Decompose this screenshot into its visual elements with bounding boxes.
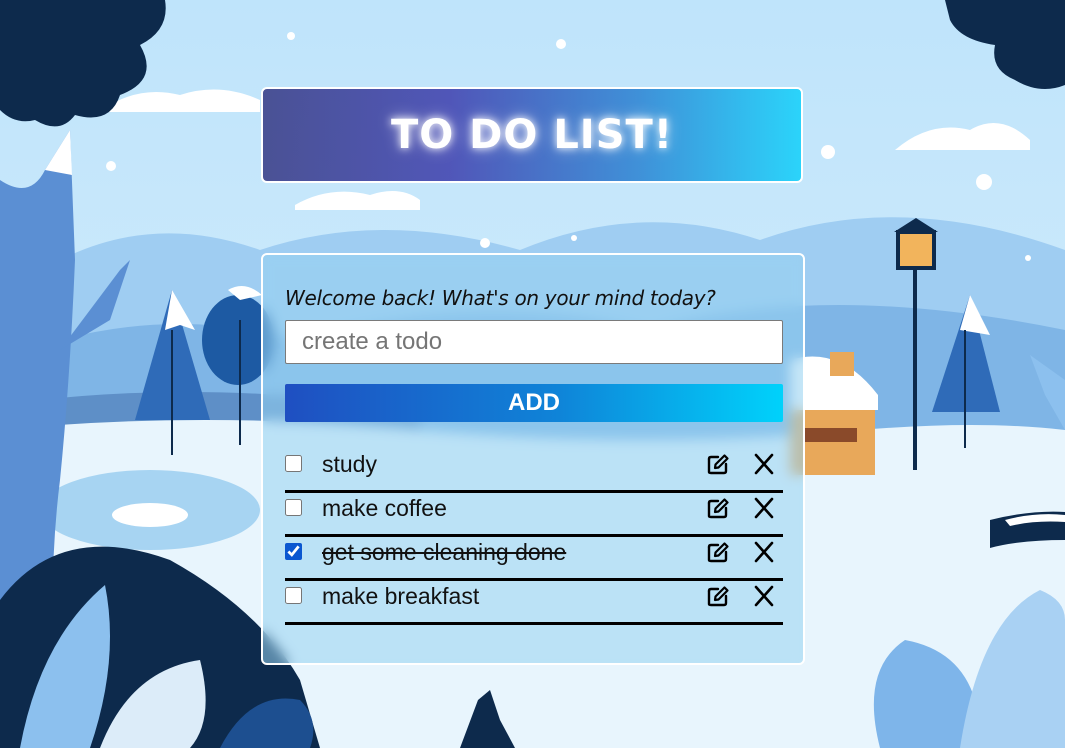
todo-checkbox[interactable]: [285, 499, 302, 516]
todo-checkbox[interactable]: [285, 543, 302, 560]
todo-item: get some cleaning done: [285, 537, 783, 581]
todo-text: make coffee: [322, 495, 447, 521]
page-title: TO DO LIST!: [390, 112, 674, 158]
edit-icon[interactable]: [705, 495, 731, 521]
todo-item: make coffee: [285, 493, 783, 537]
todo-text: get some cleaning done: [322, 539, 567, 565]
todo-card: Welcome back! What's on your mind today?…: [261, 253, 805, 665]
todo-text: make breakfast: [322, 583, 480, 609]
close-icon[interactable]: [751, 583, 777, 609]
close-icon[interactable]: [751, 539, 777, 565]
edit-icon[interactable]: [705, 539, 731, 565]
title-banner: TO DO LIST!: [261, 87, 803, 183]
todo-item: study: [285, 449, 783, 493]
todo-input[interactable]: [285, 320, 783, 364]
welcome-message: Welcome back! What's on your mind today?: [285, 286, 716, 310]
todo-text: study: [322, 451, 377, 477]
add-button[interactable]: ADD: [285, 384, 783, 422]
todo-checkbox[interactable]: [285, 587, 302, 604]
todo-checkbox[interactable]: [285, 455, 302, 472]
todo-item: make breakfast: [285, 581, 783, 625]
todo-list: study make coffee get some cleaning done: [285, 449, 783, 625]
close-icon[interactable]: [751, 451, 777, 477]
edit-icon[interactable]: [705, 583, 731, 609]
edit-icon[interactable]: [705, 451, 731, 477]
close-icon[interactable]: [751, 495, 777, 521]
